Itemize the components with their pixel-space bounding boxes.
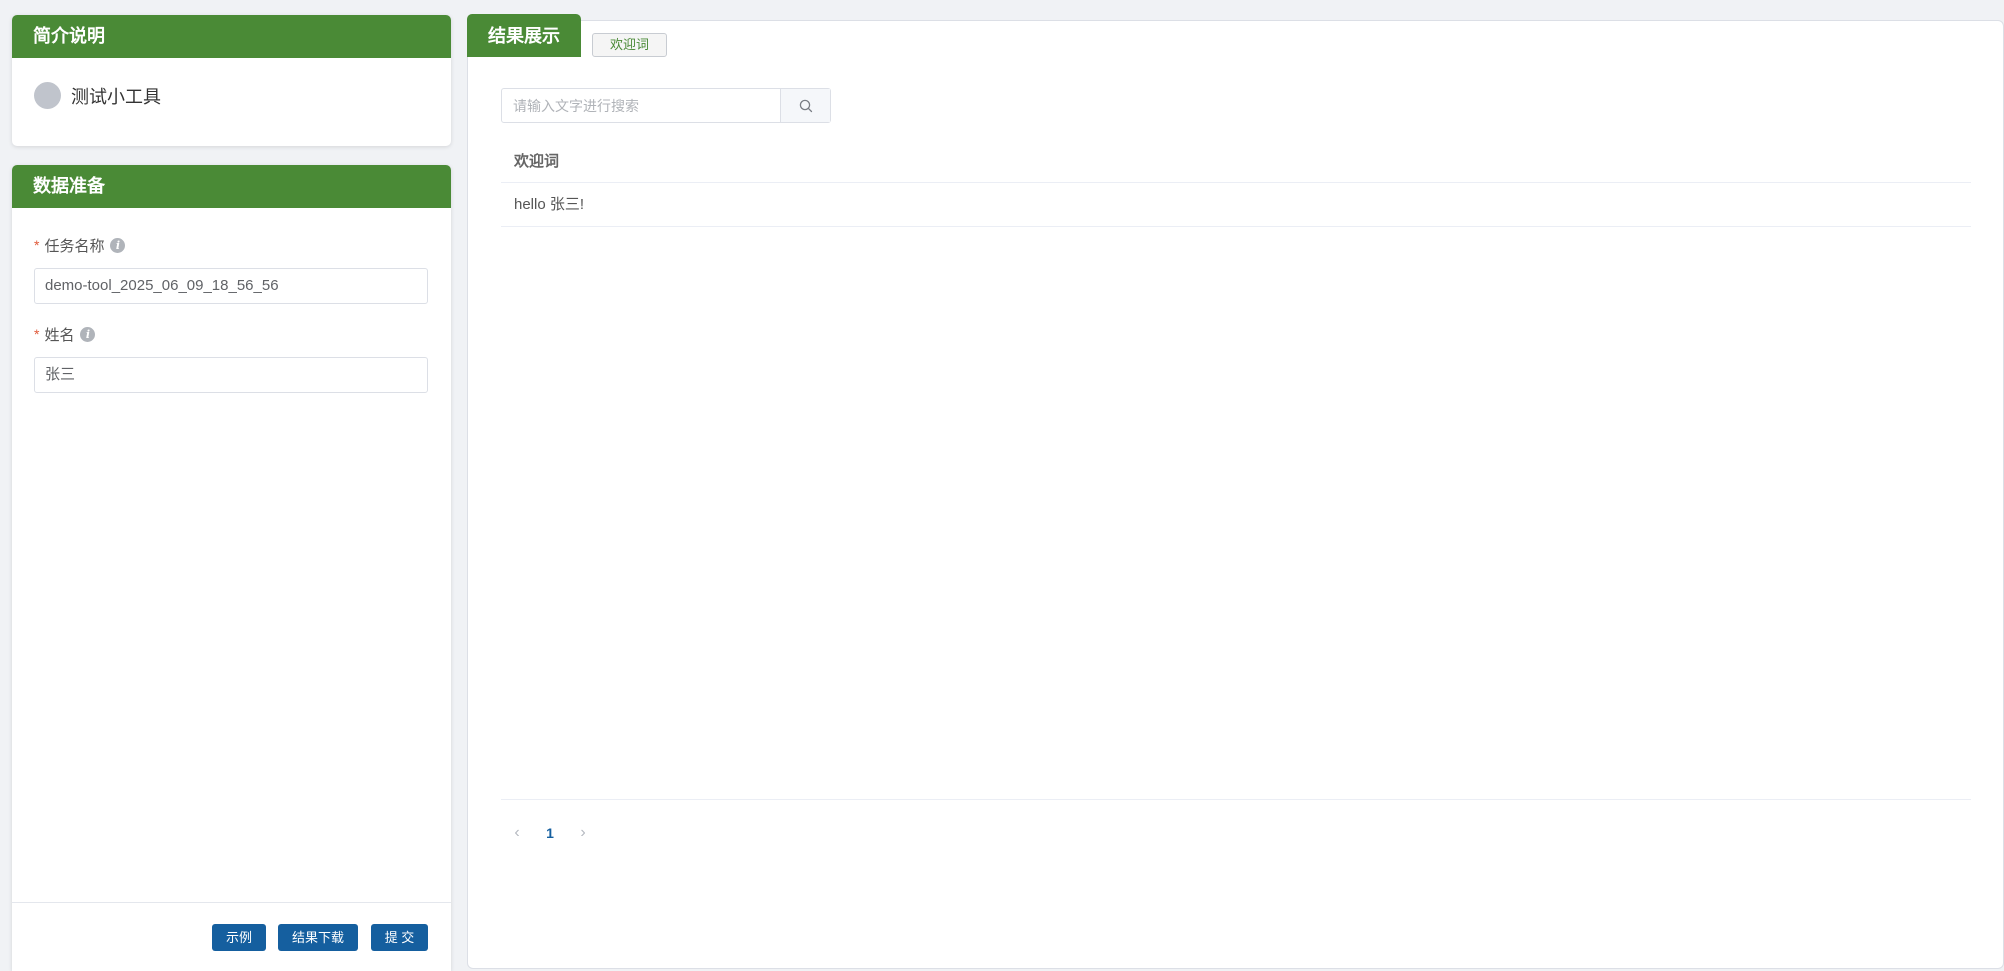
task-name-label: 任务名称 bbox=[44, 237, 105, 255]
name-label: 姓名 bbox=[44, 326, 75, 344]
task-name-field: * 任务名称 i demo-tool_2025_06_09_18_56_56 bbox=[34, 235, 428, 304]
page-number[interactable]: 1 bbox=[539, 825, 561, 841]
tool-avatar-icon bbox=[34, 82, 61, 109]
table-row: hello 张三! bbox=[501, 183, 1971, 227]
task-name-input[interactable]: demo-tool_2025_06_09_18_56_56 bbox=[34, 268, 428, 304]
search-box bbox=[501, 88, 831, 123]
info-icon[interactable]: i bbox=[80, 326, 96, 342]
intro-header: 简介说明 bbox=[12, 15, 451, 58]
chevron-right-icon[interactable]: › bbox=[571, 824, 595, 842]
pagination-divider bbox=[501, 799, 1971, 800]
tab-results[interactable]: 结果展示 bbox=[467, 14, 581, 57]
tool-info: 测试小工具 bbox=[12, 58, 451, 109]
tool-name: 测试小工具 bbox=[71, 86, 161, 107]
form-footer: 示例 结果下载 提 交 bbox=[12, 902, 451, 971]
submit-button[interactable]: 提 交 bbox=[371, 924, 428, 951]
pagination: ‹ 1 › bbox=[505, 822, 595, 844]
search-icon bbox=[799, 99, 812, 112]
intro-card: 简介说明 测试小工具 bbox=[12, 15, 451, 146]
chevron-left-icon[interactable]: ‹ bbox=[505, 824, 529, 842]
required-mark: * bbox=[34, 237, 40, 253]
search-button[interactable] bbox=[780, 89, 830, 122]
data-prep-header: 数据准备 bbox=[12, 165, 451, 208]
download-results-button[interactable]: 结果下载 bbox=[278, 924, 358, 951]
required-mark: * bbox=[34, 326, 40, 342]
search-input[interactable] bbox=[502, 89, 780, 122]
name-input[interactable]: 张三 bbox=[34, 357, 428, 393]
table-header-welcome: 欢迎词 bbox=[501, 140, 1971, 183]
name-field: * 姓名 i 张三 bbox=[34, 324, 428, 393]
tab-welcome[interactable]: 欢迎词 bbox=[592, 33, 667, 57]
example-button[interactable]: 示例 bbox=[212, 924, 266, 951]
result-table: 欢迎词 hello 张三! bbox=[501, 140, 1971, 227]
info-icon[interactable]: i bbox=[110, 237, 126, 253]
data-prep-card: 数据准备 * 任务名称 i demo-tool_2025_06_09_18_56… bbox=[12, 165, 451, 971]
